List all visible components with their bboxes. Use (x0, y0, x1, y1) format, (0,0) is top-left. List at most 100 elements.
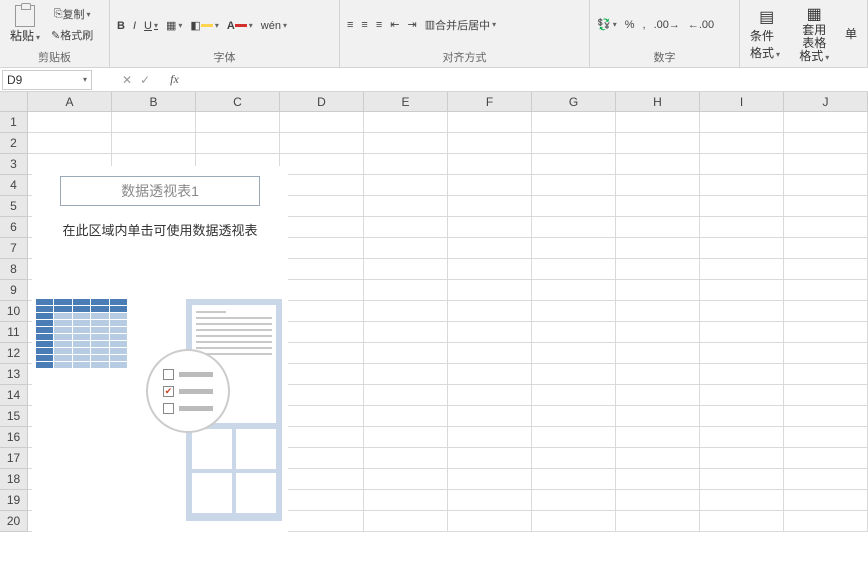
cell[interactable] (280, 154, 364, 175)
chevron-down-icon[interactable]: ▾ (83, 75, 87, 84)
name-box[interactable]: D9 ▾ (2, 70, 92, 90)
cell[interactable] (784, 175, 868, 196)
cell[interactable] (700, 238, 784, 259)
cell[interactable] (280, 427, 364, 448)
cell[interactable] (532, 448, 616, 469)
cell[interactable] (28, 112, 112, 133)
cell[interactable] (448, 301, 532, 322)
col-header-J[interactable]: J (784, 92, 868, 112)
row-header-14[interactable]: 14 (0, 385, 28, 406)
align-right-button[interactable]: ≡ (373, 15, 385, 35)
cell[interactable] (784, 217, 868, 238)
cell[interactable] (448, 343, 532, 364)
row-header-12[interactable]: 12 (0, 343, 28, 364)
cell[interactable] (112, 133, 196, 154)
cell[interactable] (280, 301, 364, 322)
cell[interactable] (532, 385, 616, 406)
cell[interactable] (364, 301, 448, 322)
col-header-I[interactable]: I (700, 92, 784, 112)
cell[interactable] (364, 511, 448, 532)
bold-button[interactable]: B (114, 16, 128, 36)
cell[interactable] (784, 196, 868, 217)
cell[interactable] (532, 511, 616, 532)
cell[interactable] (532, 196, 616, 217)
italic-button[interactable]: I (130, 16, 139, 36)
cell[interactable] (448, 196, 532, 217)
cell[interactable] (364, 238, 448, 259)
border-button[interactable]: ▦▾ (163, 16, 185, 36)
merge-center-button[interactable]: ▥ 合并后居中▾ (422, 15, 499, 35)
cell[interactable] (532, 301, 616, 322)
paste-button[interactable]: 粘贴▾ (4, 3, 46, 46)
row-header-19[interactable]: 19 (0, 490, 28, 511)
fill-color-button[interactable]: ◧▾ (187, 16, 221, 36)
cell[interactable] (280, 511, 364, 532)
cell[interactable] (532, 364, 616, 385)
cell[interactable] (448, 280, 532, 301)
cell[interactable] (196, 133, 280, 154)
row-header-8[interactable]: 8 (0, 259, 28, 280)
cell[interactable] (700, 343, 784, 364)
cell[interactable] (448, 217, 532, 238)
cell[interactable] (616, 469, 700, 490)
cell[interactable] (280, 175, 364, 196)
cell[interactable] (700, 406, 784, 427)
align-left-button[interactable]: ≡ (344, 15, 356, 35)
align-center-button[interactable]: ≡ (358, 15, 370, 35)
font-color-button[interactable]: A▾ (224, 16, 256, 36)
cell[interactable] (364, 406, 448, 427)
cell[interactable] (784, 469, 868, 490)
cell[interactable] (364, 322, 448, 343)
row-header-6[interactable]: 6 (0, 217, 28, 238)
cell[interactable] (616, 154, 700, 175)
cell[interactable] (280, 490, 364, 511)
cell[interactable] (700, 490, 784, 511)
copy-button[interactable]: ⎘ 复制▾ (48, 4, 96, 24)
cell[interactable] (616, 385, 700, 406)
cell[interactable] (532, 238, 616, 259)
cell[interactable] (280, 406, 364, 427)
row-header-2[interactable]: 2 (0, 133, 28, 154)
col-header-A[interactable]: A (28, 92, 112, 112)
cell[interactable] (364, 280, 448, 301)
cell[interactable] (532, 217, 616, 238)
indent-decrease-button[interactable]: ⇤ (387, 15, 402, 35)
cell[interactable] (616, 448, 700, 469)
cell[interactable] (700, 259, 784, 280)
cell[interactable] (364, 469, 448, 490)
cell[interactable] (784, 112, 868, 133)
cell[interactable] (364, 427, 448, 448)
cell[interactable] (700, 511, 784, 532)
cell[interactable] (280, 259, 364, 280)
cell[interactable] (364, 490, 448, 511)
percent-button[interactable]: % (622, 15, 638, 35)
cell[interactable] (616, 364, 700, 385)
cell[interactable] (364, 448, 448, 469)
cell[interactable] (532, 112, 616, 133)
cell[interactable] (28, 133, 112, 154)
cell[interactable] (280, 238, 364, 259)
cell[interactable] (448, 238, 532, 259)
cell[interactable] (112, 112, 196, 133)
fx-icon[interactable]: fx (170, 72, 179, 87)
cell[interactable] (280, 448, 364, 469)
cell[interactable] (532, 490, 616, 511)
format-painter-button[interactable]: ✎ 格式刷 (48, 25, 96, 45)
cell[interactable] (616, 406, 700, 427)
cell[interactable] (532, 427, 616, 448)
cell[interactable] (364, 343, 448, 364)
cell[interactable] (784, 322, 868, 343)
cell[interactable] (532, 154, 616, 175)
cell[interactable] (616, 280, 700, 301)
cell[interactable] (700, 322, 784, 343)
cell[interactable] (532, 133, 616, 154)
cell[interactable] (784, 427, 868, 448)
cell[interactable] (364, 385, 448, 406)
row-header-4[interactable]: 4 (0, 175, 28, 196)
number-format-button[interactable]: 💱▾ (594, 15, 620, 35)
cell[interactable] (784, 343, 868, 364)
col-header-C[interactable]: C (196, 92, 280, 112)
cell[interactable] (700, 469, 784, 490)
cell[interactable] (364, 154, 448, 175)
row-header-15[interactable]: 15 (0, 406, 28, 427)
